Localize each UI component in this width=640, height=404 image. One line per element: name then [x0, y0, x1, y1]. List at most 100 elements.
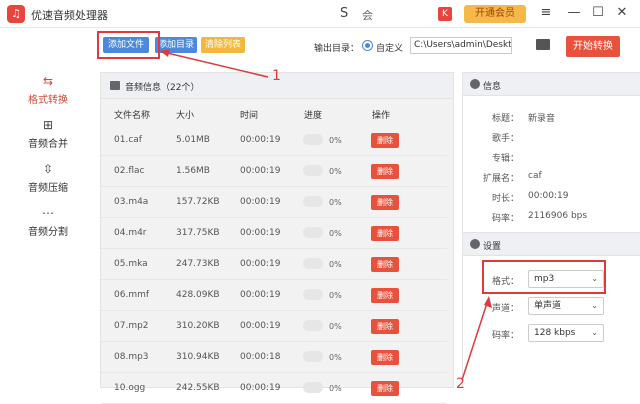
delete-button[interactable]: 删除	[371, 133, 399, 148]
settings-title: 设置	[483, 242, 502, 252]
close-icon[interactable]: ✕	[614, 5, 630, 20]
progress-value: 0%	[329, 229, 342, 238]
file-size: 1.56MB	[176, 166, 210, 176]
file-name: 07.mp2	[114, 321, 149, 331]
delete-button[interactable]: 删除	[371, 381, 399, 396]
file-time: 00:00:19	[240, 135, 281, 145]
file-size: 157.72KB	[176, 197, 220, 207]
progress-bar	[303, 196, 323, 207]
table-row[interactable]: 07.mp2 310.20KB 00:00:19 0% 删除	[101, 311, 447, 342]
delete-button[interactable]: 删除	[371, 257, 399, 272]
table-row[interactable]: 08.mp3 310.94KB 00:00:18 0% 删除	[101, 342, 447, 373]
progress-value: 0%	[329, 291, 342, 300]
right-panel: 信息 标题： 新录音 歌手： 专辑： 扩展名： caf 时长： 00:00:19…	[462, 72, 640, 388]
clear-list-button[interactable]: 清除列表	[201, 37, 245, 53]
info-label-duration: 时长：	[491, 194, 519, 204]
sidebar-item-audio-compress[interactable]: ⇳ 音频压缩	[0, 162, 96, 194]
file-list-title: 音频信息（22个）	[125, 83, 200, 93]
custom-radio[interactable]	[362, 40, 373, 51]
file-time: 00:00:19	[240, 259, 281, 269]
file-name: 05.mka	[114, 259, 148, 269]
file-size: 247.73KB	[176, 259, 220, 269]
file-size: 5.01MB	[176, 135, 210, 145]
progress-value: 0%	[329, 353, 342, 362]
sidebar-item-label: 音频压缩	[28, 183, 68, 194]
sidebar-item-audio-split[interactable]: ⋯ 音频分割	[0, 206, 96, 238]
app-title: 优速音频处理器	[31, 9, 108, 22]
table-row[interactable]: 03.m4a 157.72KB 00:00:19 0% 删除	[101, 187, 447, 218]
table-row[interactable]: 04.m4r 317.75KB 00:00:19 0% 删除	[101, 218, 447, 249]
file-time: 00:00:19	[240, 197, 281, 207]
file-time: 00:00:19	[240, 166, 281, 176]
progress-value: 0%	[329, 136, 342, 145]
info-label-artist: 歌手：	[491, 134, 519, 144]
col-header-progress: 进度	[304, 111, 323, 121]
add-directory-button[interactable]: 添加目录	[155, 37, 197, 53]
channel-label: 声道：	[491, 304, 519, 314]
table-row[interactable]: 10.ogg 242.55KB 00:00:19 0% 删除	[101, 373, 447, 404]
annotation-marker-2: 2	[456, 376, 465, 392]
file-size: 242.55KB	[176, 383, 220, 393]
sidebar-item-label: 音频合并	[28, 139, 68, 150]
file-name: 01.caf	[114, 135, 142, 145]
sidebar-item-audio-merge[interactable]: ⊞ 音频合并	[0, 118, 96, 150]
progress-bar	[303, 165, 323, 176]
file-size: 317.75KB	[176, 228, 220, 238]
col-header-name: 文件名称	[114, 111, 151, 121]
sidebar-item-format-convert[interactable]: ⇆ 格式转换	[0, 74, 96, 106]
image-icon	[110, 81, 120, 90]
minimize-icon[interactable]: —	[566, 5, 582, 20]
col-header-size: 大小	[176, 111, 195, 121]
menu-icon[interactable]: ≡	[538, 5, 554, 20]
channel-value: 单声道	[534, 301, 562, 311]
file-size: 428.09KB	[176, 290, 220, 300]
progress-bar	[303, 134, 323, 145]
folder-icon[interactable]	[536, 39, 550, 50]
info-value-title: 新录音	[528, 114, 556, 124]
maximize-icon[interactable]: ☐	[590, 5, 606, 20]
app-logo-icon: ♫	[7, 5, 25, 23]
delete-button[interactable]: 删除	[371, 350, 399, 365]
delete-button[interactable]: 删除	[371, 288, 399, 303]
k-icon[interactable]: K	[438, 7, 452, 21]
file-size: 310.94KB	[176, 352, 220, 362]
progress-value: 0%	[329, 198, 342, 207]
progress-value: 0%	[329, 260, 342, 269]
delete-button[interactable]: 删除	[371, 195, 399, 210]
annotation-marker-1: 1	[272, 68, 281, 84]
table-row[interactable]: 01.caf 5.01MB 00:00:19 0% 删除	[101, 125, 447, 156]
table-row[interactable]: 02.flac 1.56MB 00:00:19 0% 删除	[101, 156, 447, 187]
sidebar-item-label: 格式转换	[28, 95, 68, 106]
progress-value: 0%	[329, 167, 342, 176]
info-icon	[470, 79, 480, 89]
progress-value: 0%	[329, 322, 342, 331]
file-time: 00:00:18	[240, 352, 281, 362]
bitrate-select[interactable]: 128 kbps ⌄	[528, 324, 604, 342]
start-convert-button[interactable]: 开始转换	[566, 36, 620, 57]
progress-value: 0%	[329, 384, 342, 393]
settings-header: 设置	[463, 232, 640, 256]
progress-bar	[303, 351, 323, 362]
info-value-duration: 00:00:19	[528, 191, 569, 201]
file-name: 06.mmf	[114, 290, 150, 300]
channel-select[interactable]: 单声道 ⌄	[528, 297, 604, 315]
delete-button[interactable]: 删除	[371, 226, 399, 241]
chevron-down-icon: ⌄	[591, 301, 598, 310]
info-label-title: 标题：	[491, 114, 519, 124]
delete-button[interactable]: 删除	[371, 319, 399, 334]
vip-button[interactable]: 开通会员	[464, 5, 526, 23]
info-title: 信息	[483, 82, 502, 92]
file-list-panel: 音频信息（22个） 文件名称 大小 时间 进度 操作 01.caf 5.01MB 0…	[100, 72, 553, 404]
output-path-field[interactable]: C:\Users\admin\Deskto	[410, 37, 512, 54]
file-time: 00:00:19	[240, 290, 281, 300]
table-row[interactable]: 05.mka 247.73KB 00:00:19 0% 删除	[101, 249, 447, 280]
progress-bar	[303, 320, 323, 331]
sidebar-item-label: 音频分割	[28, 227, 68, 238]
sidebar: ⇆ 格式转换 ⊞ 音频合并 ⇳ 音频压缩 ⋯ 音频分割	[0, 28, 96, 388]
info-label-album: 专辑：	[491, 154, 519, 164]
table-row[interactable]: 06.mmf 428.09KB 00:00:19 0% 删除	[101, 280, 447, 311]
col-header-time: 时间	[240, 111, 259, 121]
bitrate-label: 码率：	[491, 331, 519, 341]
file-time: 00:00:19	[240, 321, 281, 331]
delete-button[interactable]: 删除	[371, 164, 399, 179]
